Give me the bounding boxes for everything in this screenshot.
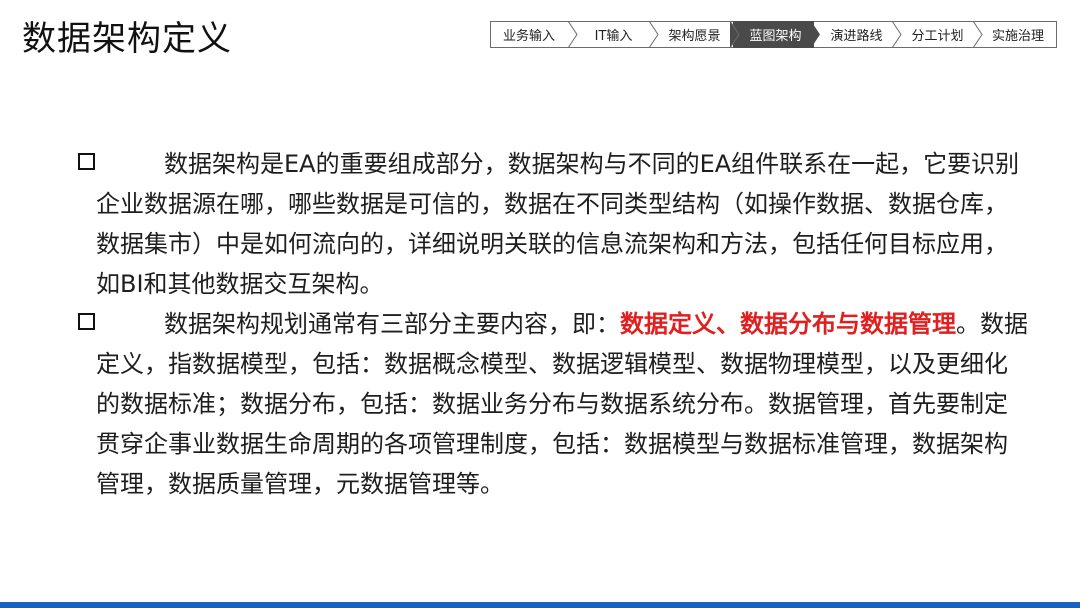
nav-item-label: IT输入 <box>594 29 633 44</box>
nav-item-label: 架构愿景 <box>668 29 721 44</box>
nav-item-architecture-vision[interactable]: 架构愿景 <box>652 21 740 48</box>
paragraph-text: 。数据定义，指数据模型，包括：数据概念模型、数据逻辑模型、数据物理模型，以及更细… <box>96 310 1028 498</box>
chevron-right-icon <box>568 21 578 48</box>
paragraph-lead-text: 数据架构规划通常有三部分主要内容，即： <box>164 310 620 338</box>
bullet-paragraph-1: 数据架构是EA的重要组成部分，数据架构与不同的EA组件联系在一起，它要识别企业数… <box>78 144 1028 304</box>
checkbox-bullet-icon <box>78 153 95 170</box>
nav-item-division-plan[interactable]: 分工计划 <box>895 21 983 48</box>
nav-item-label: 实施治理 <box>991 29 1044 44</box>
nav-item-evolution-roadmap[interactable]: 演进路线 <box>814 21 902 48</box>
nav-item-label: 业务输入 <box>502 29 555 44</box>
page-title: 数据架构定义 <box>22 19 232 59</box>
chevron-right-icon <box>811 21 820 48</box>
nav-item-label: 蓝图架构 <box>749 29 802 44</box>
nav-item-label: 演进路线 <box>830 29 883 44</box>
highlighted-text: 数据定义、数据分布与数据管理 <box>620 310 956 338</box>
chevron-right-icon <box>649 21 659 48</box>
paragraph-text: 数据架构是EA的重要组成部分，数据架构与不同的EA组件联系在一起，它要识别企业数… <box>96 150 1020 298</box>
chevron-right-icon <box>973 21 983 48</box>
breadcrumb-nav: 业务输入 IT输入 架构愿景 蓝图架构 演进路线 分工计划 实施治理 <box>490 21 1057 48</box>
nav-item-business-input[interactable]: 业务输入 <box>490 21 578 48</box>
chevron-right-icon <box>730 21 740 48</box>
bullet-paragraph-2: 数据架构规划通常有三部分主要内容，即：数据定义、数据分布与数据管理。数据定义，指… <box>78 304 1028 504</box>
nav-item-it-input[interactable]: IT输入 <box>571 21 659 48</box>
body-content: 数据架构是EA的重要组成部分，数据架构与不同的EA组件联系在一起，它要识别企业数… <box>78 144 1028 504</box>
nav-item-blueprint-architecture[interactable]: 蓝图架构 <box>733 21 820 48</box>
nav-item-implementation-governance[interactable]: 实施治理 <box>976 21 1057 48</box>
chevron-right-icon <box>892 21 902 48</box>
bottom-accent-bar <box>0 602 1080 608</box>
checkbox-bullet-icon <box>78 313 95 330</box>
nav-item-label: 分工计划 <box>911 29 964 44</box>
